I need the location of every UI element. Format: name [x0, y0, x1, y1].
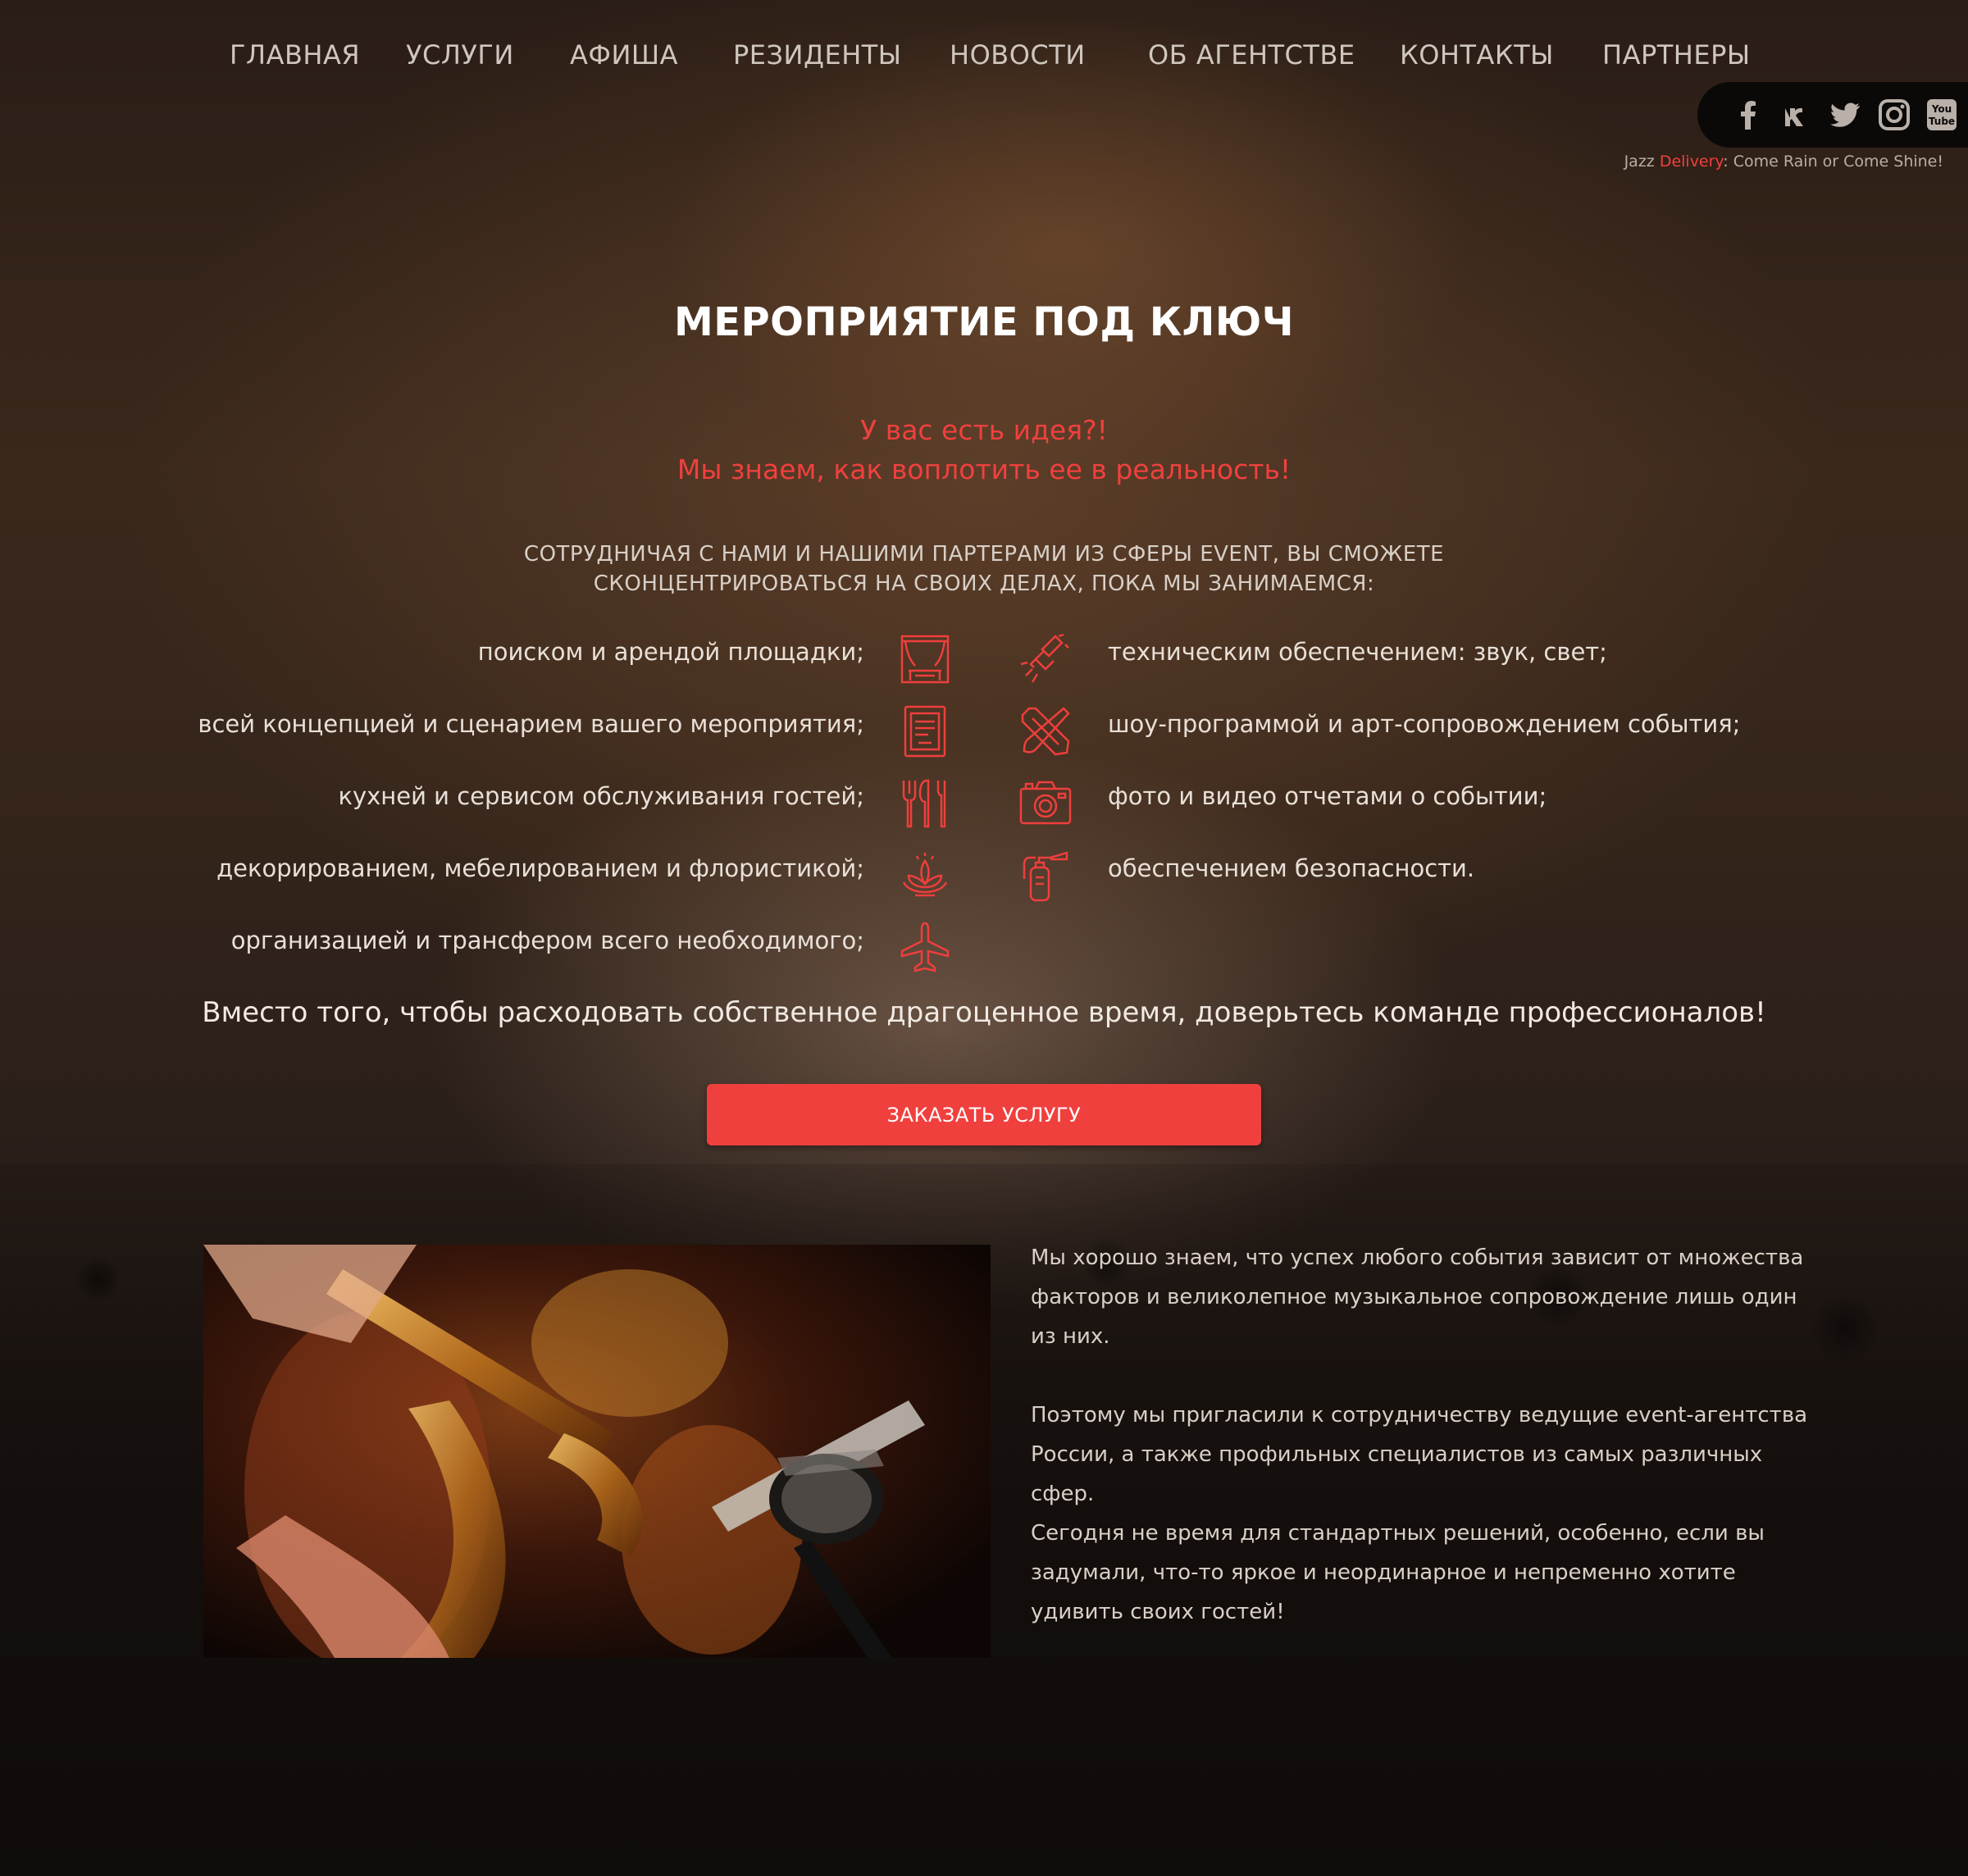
tagline-delivery: Delivery — [1659, 153, 1724, 171]
facebook-icon[interactable] — [1730, 97, 1766, 133]
script-book-icon — [899, 705, 951, 758]
youtube-label-top: You — [1931, 103, 1952, 115]
service-security: обеспечением безопасности. — [1108, 854, 1475, 882]
youtube-icon[interactable]: You Tube — [1924, 97, 1960, 133]
camera-icon — [1019, 777, 1072, 830]
intro-line-1: СОТРУДНИЧАЯ С НАМИ И НАШИМИ ПАРТЕРАМИ ИЗ… — [523, 542, 1445, 567]
service-tech: техническим обеспечением: звук, свет; — [1108, 638, 1607, 666]
service-transfer: организацией и трансфером всего необходи… — [230, 927, 864, 954]
jazz-photo — [203, 1245, 991, 1658]
service-photo: фото и видео отчетами о событии; — [1108, 782, 1547, 810]
nav-item-home[interactable]: ГЛАВНАЯ — [230, 39, 360, 71]
nav-item-news[interactable]: НОВОСТИ — [950, 39, 1086, 71]
nav-item-afisha[interactable]: АФИША — [570, 39, 678, 71]
nav-item-about[interactable]: ОБ АГЕНТСТВЕ — [1148, 39, 1355, 71]
nav-item-residents[interactable]: РЕЗИДЕНТЫ — [733, 39, 902, 71]
cta-text: Вместо того, чтобы расходовать собственн… — [202, 996, 1766, 1029]
cutlery-icon — [899, 777, 951, 830]
order-service-button[interactable]: ЗАКАЗАТЬ УСЛУГУ — [707, 1084, 1261, 1145]
page-title: МЕРОПРИЯТИЕ ПОД КЛЮЧ — [673, 299, 1295, 345]
tagline-part1: Jazz — [1624, 153, 1660, 171]
service-decor: декорированием, мебелированием и флорист… — [216, 854, 864, 882]
youtube-label-bottom: Tube — [1929, 116, 1955, 127]
about-paragraph-3: Сегодня не время для стандартных решений… — [1031, 1521, 1765, 1624]
spotlight-icon — [1019, 633, 1072, 685]
twitter-icon[interactable] — [1827, 97, 1863, 133]
service-venue: поиском и арендой площадки; — [477, 638, 864, 666]
main-nav: ГЛАВНАЯ УСЛУГИ АФИША РЕЗИДЕНТЫ НОВОСТИ О… — [205, 33, 1763, 82]
nav-item-contacts[interactable]: КОНТАКТЫ — [1400, 39, 1554, 71]
airplane-icon — [899, 922, 951, 974]
extinguisher-icon — [1019, 849, 1072, 902]
lead-line-1: У вас есть идея?! — [860, 414, 1108, 446]
service-concept: всей концепцией и сценарием вашего мероп… — [198, 710, 864, 738]
stage-icon — [899, 633, 951, 685]
vk-icon[interactable] — [1778, 97, 1814, 133]
instagram-icon[interactable] — [1876, 97, 1912, 133]
brush-pencil-icon — [1019, 705, 1072, 758]
nav-item-partners[interactable]: ПАРТНЕРЫ — [1602, 39, 1751, 71]
about-paragraph-2: Поэтому мы пригласили к сотрудничеству в… — [1031, 1403, 1808, 1506]
social-bar: You Tube — [1697, 82, 1968, 148]
tagline-part3: : Come Rain or Come Shine! — [1723, 153, 1943, 171]
service-catering: кухней и сервисом обслуживания гостей; — [338, 782, 864, 810]
tagline: Jazz Delivery: Come Rain or Come Shine! — [1624, 153, 1943, 171]
lead-line-2: Мы знаем, как воплотить ее в реальность! — [676, 453, 1292, 485]
intro-line-2: СКОНЦЕНТРИРОВАТЬСЯ НА СВОИХ ДЕЛАХ, ПОКА … — [593, 571, 1375, 596]
about-paragraph-1: Мы хорошо знаем, что успех любого событи… — [1031, 1245, 1804, 1349]
lotus-icon — [899, 849, 951, 902]
service-show: шоу-программой и арт-сопровождением собы… — [1108, 710, 1741, 738]
nav-item-services[interactable]: УСЛУГИ — [406, 39, 514, 71]
